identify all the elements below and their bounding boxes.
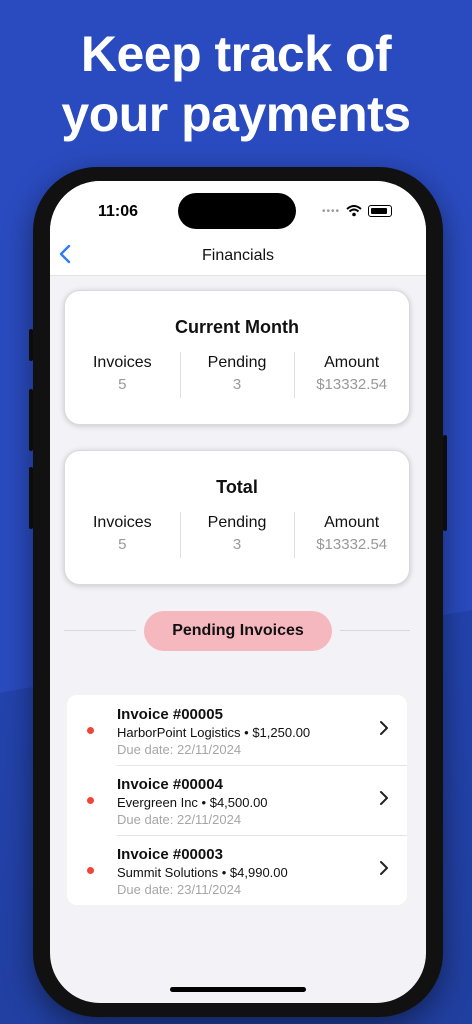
stat-amount: Amount $13332.54 — [294, 352, 409, 398]
wifi-icon — [346, 205, 362, 217]
stat-value: 5 — [118, 376, 127, 393]
invoice-title: Invoice #00005 — [117, 706, 223, 723]
phone-volume-down-button — [29, 467, 33, 529]
phone-power-button — [443, 435, 447, 531]
pending-status-dot — [87, 797, 94, 804]
chevron-right-icon — [379, 789, 389, 812]
stat-label: Amount — [324, 354, 380, 371]
section-divider-right — [340, 630, 410, 631]
invoice-due-date: Due date: 23/11/2024 — [117, 882, 242, 897]
chevron-right-icon — [379, 859, 389, 882]
invoice-client-amount: HarborPoint Logistics • $1,250.00 — [117, 725, 311, 740]
stat-label: Pending — [207, 514, 267, 531]
chevron-right-icon — [379, 719, 389, 742]
status-bar: 11:06 •••• — [50, 181, 426, 241]
stat-label: Invoices — [92, 354, 152, 371]
invoice-row[interactable]: Invoice #00005 HarborPoint Logistics • $… — [67, 695, 407, 765]
current-month-title: Current Month — [175, 317, 299, 337]
phone-action-button — [29, 329, 33, 361]
total-stats: Invoices 5 Pending 3 Amount $13332.54 — [65, 512, 409, 558]
phone-volume-up-button — [29, 389, 33, 451]
pending-status-dot — [87, 867, 94, 874]
status-time: 11:06 — [98, 203, 139, 220]
headline-line-2: your payments — [61, 86, 411, 142]
stat-label: Invoices — [92, 514, 152, 531]
stat-label: Amount — [324, 514, 380, 531]
stat-invoices: Invoices 5 — [65, 514, 180, 553]
stat-value: $13332.54 — [316, 376, 388, 393]
stat-value: 3 — [232, 536, 242, 553]
battery-icon — [368, 205, 392, 217]
invoice-client-amount: Evergreen Inc • $4,500.00 — [117, 795, 268, 810]
invoice-row[interactable]: Invoice #00003 Summit Solutions • $4,990… — [67, 835, 407, 905]
dynamic-island — [178, 193, 296, 229]
invoice-due-date: Due date: 22/11/2024 — [117, 812, 242, 827]
invoice-row[interactable]: Invoice #00004 Evergreen Inc • $4,500.00… — [67, 765, 407, 835]
current-month-card: Current Month Invoices 5 Pending 3 Amoun… — [64, 290, 410, 425]
navigation-bar: Financials — [50, 241, 426, 276]
invoice-title: Invoice #00003 — [117, 846, 223, 863]
current-month-stats: Invoices 5 Pending 3 Amount $13332.54 — [65, 352, 409, 398]
pending-invoices-button[interactable]: Pending Invoices — [144, 611, 332, 651]
status-icons: •••• — [322, 205, 392, 217]
signal-icon: •••• — [321, 205, 340, 217]
phone-screen: 11:06 •••• Financials Current Month Invo… — [50, 181, 426, 1003]
stat-pending: Pending 3 — [179, 512, 295, 558]
invoice-due-date: Due date: 22/11/2024 — [117, 742, 242, 757]
stat-value: $13332.54 — [316, 536, 388, 553]
total-card: Total Invoices 5 Pending 3 Amount $13332… — [64, 450, 410, 585]
stat-label: Pending — [207, 354, 267, 371]
phone-frame: 11:06 •••• Financials Current Month Invo… — [29, 167, 447, 1017]
stat-amount: Amount $13332.54 — [294, 512, 409, 558]
invoice-list: Invoice #00005 HarborPoint Logistics • $… — [67, 695, 407, 905]
invoice-client-amount: Summit Solutions • $4,990.00 — [117, 865, 288, 880]
stat-pending: Pending 3 — [179, 352, 295, 398]
home-indicator[interactable] — [170, 987, 306, 992]
stat-value: 5 — [118, 536, 127, 553]
promo-headline: Keep track of your payments — [0, 24, 472, 144]
page-title: Financials — [201, 247, 275, 264]
section-divider-left — [64, 630, 136, 631]
stat-invoices: Invoices 5 — [65, 354, 180, 393]
headline-line-1: Keep track of — [80, 26, 392, 82]
total-title: Total — [216, 477, 258, 497]
pending-status-dot — [87, 727, 94, 734]
stat-value: 3 — [232, 376, 242, 393]
invoice-title: Invoice #00004 — [117, 776, 223, 793]
